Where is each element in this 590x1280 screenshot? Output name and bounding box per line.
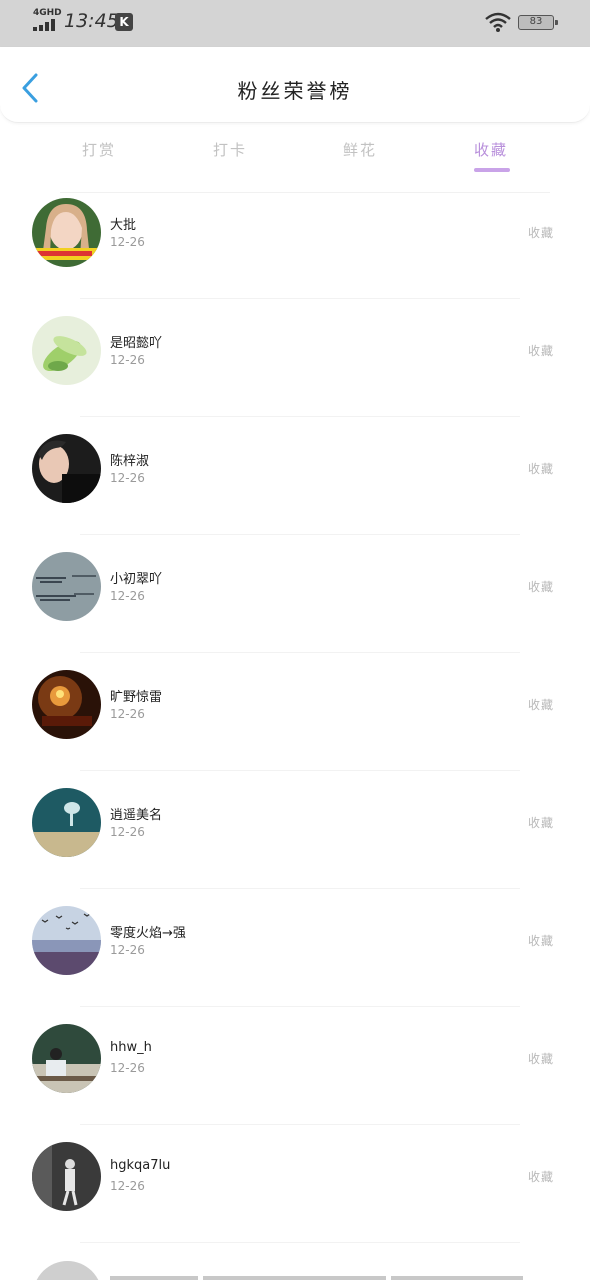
list-item[interactable]: 大批 12-26 收藏: [0, 192, 590, 310]
item-date: 12-26: [110, 353, 145, 367]
list-item[interactable]: [0, 1255, 590, 1280]
list-item[interactable]: 是昭懿吖 12-26 收藏: [0, 310, 590, 428]
list-item[interactable]: 零度火焰→强 12-26 收藏: [0, 900, 590, 1018]
user-name: 小初翠吖: [110, 572, 163, 587]
item-date: 12-26: [110, 943, 145, 957]
avatar: [32, 198, 101, 267]
user-name: 陈梓淑: [110, 454, 150, 469]
divider: [80, 534, 520, 535]
divider: [203, 1276, 386, 1280]
page-title: 粉丝荣誉榜: [237, 79, 353, 103]
action-label: 收藏: [528, 1170, 555, 1184]
wifi-icon: [485, 12, 511, 32]
item-date: 12-26: [110, 825, 145, 839]
list-item[interactable]: 小初翠吖 12-26 收藏: [0, 546, 590, 664]
item-date: 12-26: [110, 235, 145, 249]
active-tab-indicator: [474, 168, 510, 172]
avatar: [32, 1024, 101, 1093]
action-label: 收藏: [528, 698, 555, 712]
action-label: 收藏: [528, 344, 555, 358]
user-name: 是昭懿吖: [110, 336, 163, 351]
list-item[interactable]: 逍遥美名 12-26 收藏: [0, 782, 590, 900]
action-label: 收藏: [528, 580, 555, 594]
user-name: hhw_h: [110, 1040, 152, 1055]
avatar: [32, 788, 101, 857]
divider: [80, 416, 520, 417]
avatar: [32, 906, 101, 975]
list-item[interactable]: 旷野惊雷 12-26 收藏: [0, 664, 590, 782]
item-date: 12-26: [110, 707, 145, 721]
top-header: 粉丝荣誉榜: [0, 47, 590, 123]
status-bar: 4GHD 13:45 K 83: [0, 0, 590, 47]
avatar: [32, 316, 101, 385]
divider: [80, 652, 520, 653]
list-item[interactable]: hhw_h 12-26 收藏: [0, 1018, 590, 1136]
user-name: 旷野惊雷: [110, 690, 163, 705]
tab-flowers[interactable]: 鲜花: [343, 139, 377, 160]
avatar: [32, 670, 101, 739]
avatar: [33, 1261, 102, 1280]
divider: [80, 1124, 520, 1125]
signal-icon: [33, 19, 57, 31]
item-date: 12-26: [110, 589, 145, 603]
action-label: 收藏: [528, 462, 555, 476]
action-label: 收藏: [528, 1052, 555, 1066]
avatar: [32, 1142, 101, 1211]
user-name: hgkqa7lu: [110, 1158, 171, 1173]
action-label: 收藏: [528, 934, 555, 948]
item-date: 12-26: [110, 471, 145, 485]
divider: [391, 1276, 523, 1280]
user-name: 逍遥美名: [110, 808, 163, 823]
user-name: 大批: [110, 218, 137, 233]
divider: [80, 888, 520, 889]
divider: [80, 1006, 520, 1007]
avatar: [32, 434, 101, 503]
list-item[interactable]: 陈梓淑 12-26 收藏: [0, 428, 590, 546]
divider: [110, 1276, 198, 1280]
network-type: 4GHD: [33, 8, 62, 18]
item-date: 12-26: [110, 1179, 145, 1193]
app-notification-icon: K: [115, 13, 133, 31]
item-date: 12-26: [110, 1061, 145, 1075]
tab-checkin[interactable]: 打卡: [213, 139, 247, 160]
action-label: 收藏: [528, 226, 555, 240]
divider: [80, 1242, 520, 1243]
tab-tip[interactable]: 打赏: [82, 139, 116, 160]
divider: [80, 770, 520, 771]
status-time: 13:45: [64, 10, 119, 32]
user-name: 零度火焰→强: [110, 926, 186, 941]
action-label: 收藏: [528, 816, 555, 830]
list-item[interactable]: hgkqa7lu 12-26 收藏: [0, 1136, 590, 1254]
tab-favorites[interactable]: 收藏: [474, 139, 508, 160]
battery-icon: 83: [518, 15, 558, 30]
divider: [80, 298, 520, 299]
avatar: [32, 552, 101, 621]
